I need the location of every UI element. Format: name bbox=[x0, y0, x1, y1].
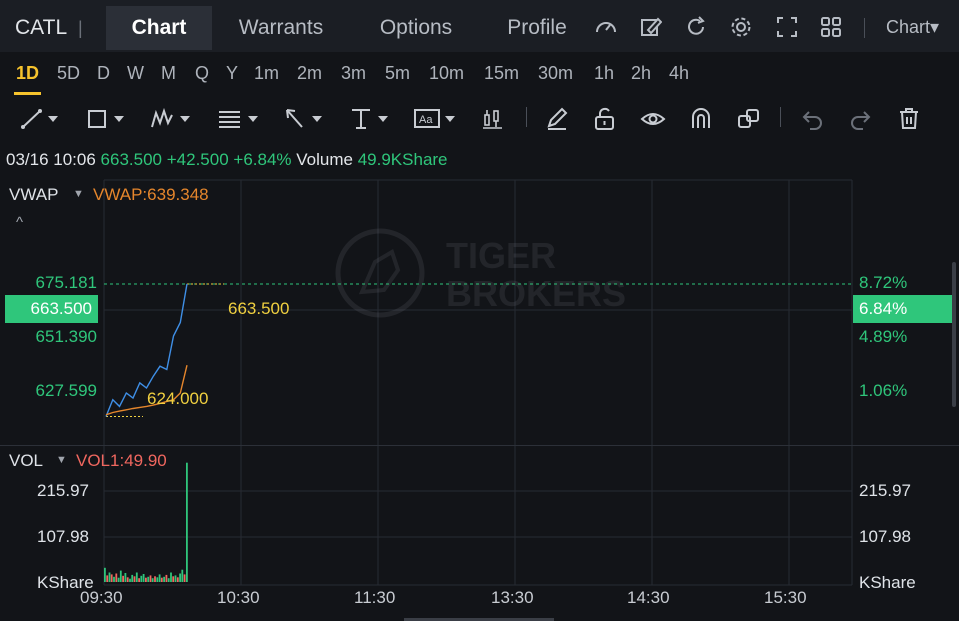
time-tick: 09:30 bbox=[80, 588, 123, 607]
volume-bar bbox=[119, 570, 122, 582]
volume-bar bbox=[106, 575, 109, 582]
low-price-label: 624.000 bbox=[147, 389, 209, 408]
current-pct-tag: 6.84% bbox=[853, 295, 953, 323]
volume-bar bbox=[113, 576, 115, 582]
volume-bar bbox=[117, 577, 120, 582]
vwap-dropdown-icon[interactable]: ▼ bbox=[73, 188, 84, 200]
left-tick: 651.390 bbox=[35, 327, 97, 346]
volume-bar bbox=[138, 578, 140, 582]
vol-left-tick: 215.97 bbox=[37, 481, 89, 500]
vol-dropdown-icon[interactable]: ▼ bbox=[56, 454, 67, 466]
vol-left-tick: 107.98 bbox=[37, 527, 89, 546]
volume-bar bbox=[186, 462, 188, 582]
volume-bar bbox=[149, 575, 152, 582]
volume-bar bbox=[176, 577, 179, 582]
left-tick: 675.181 bbox=[35, 273, 97, 292]
volume-bar bbox=[110, 574, 113, 582]
vol-unit-right: KShare bbox=[859, 573, 916, 592]
volume-bar bbox=[160, 577, 163, 582]
volume-bar bbox=[165, 574, 168, 582]
time-tick: 10:30 bbox=[217, 588, 260, 607]
time-tick: 13:30 bbox=[491, 588, 534, 607]
volume-bar bbox=[179, 573, 181, 582]
watermark-text-1: TIGER bbox=[446, 235, 556, 276]
scrollbar[interactable] bbox=[952, 262, 956, 407]
right-tick: 1.06% bbox=[859, 381, 908, 400]
time-tick: 11:30 bbox=[354, 588, 396, 607]
volume-bar bbox=[167, 578, 170, 582]
volume-bar bbox=[126, 577, 129, 582]
volume-bar bbox=[122, 575, 124, 582]
volume-bar bbox=[124, 573, 127, 582]
volume-bar bbox=[158, 574, 161, 582]
volume-bar bbox=[108, 572, 111, 582]
volume-bar bbox=[174, 575, 177, 582]
volume-bar bbox=[172, 576, 175, 582]
volume-bar bbox=[142, 574, 145, 582]
volume-bar bbox=[163, 576, 165, 582]
vol-indicator-name[interactable]: VOL bbox=[9, 451, 43, 471]
volume-bar bbox=[151, 578, 154, 582]
vwap-indicator-name[interactable]: VWAP bbox=[9, 185, 58, 205]
volume-bar bbox=[135, 572, 138, 582]
watermark-logo: TIGER BROKERS bbox=[335, 228, 626, 318]
price-chart[interactable]: TIGER BROKERS bbox=[0, 0, 959, 621]
volume-bar bbox=[140, 575, 143, 582]
time-tick: 14:30 bbox=[627, 588, 670, 607]
volume-bar bbox=[115, 573, 118, 582]
volume-bar bbox=[133, 576, 136, 582]
high-price-label: 663.500 bbox=[228, 299, 290, 318]
volume-bar bbox=[104, 567, 106, 582]
volume-bar bbox=[181, 569, 184, 582]
volume-bar bbox=[145, 577, 147, 582]
volume-bar bbox=[183, 574, 186, 582]
watermark-text-2: BROKERS bbox=[446, 273, 626, 314]
vol-value: VOL1:49.90 bbox=[76, 451, 167, 470]
left-tick: 627.599 bbox=[35, 381, 97, 400]
volume-bar bbox=[131, 574, 134, 582]
vwap-value: VWAP:639.348 bbox=[93, 185, 209, 204]
volume-bar bbox=[147, 576, 150, 582]
volume-bar bbox=[156, 577, 159, 582]
right-tick: 8.72% bbox=[859, 273, 908, 292]
volume-bar bbox=[170, 572, 172, 582]
vol-right-tick: 107.98 bbox=[859, 527, 911, 546]
time-tick: 15:30 bbox=[764, 588, 807, 607]
pane-separator[interactable] bbox=[0, 445, 959, 446]
volume-bar bbox=[129, 578, 131, 582]
current-price-tag: 663.500 bbox=[5, 295, 98, 323]
volume-bar bbox=[154, 576, 156, 582]
right-tick: 4.89% bbox=[859, 327, 908, 346]
vol-right-tick: 215.97 bbox=[859, 481, 911, 500]
volume-series bbox=[104, 462, 188, 582]
collapse-icon[interactable]: ^ bbox=[16, 214, 23, 231]
